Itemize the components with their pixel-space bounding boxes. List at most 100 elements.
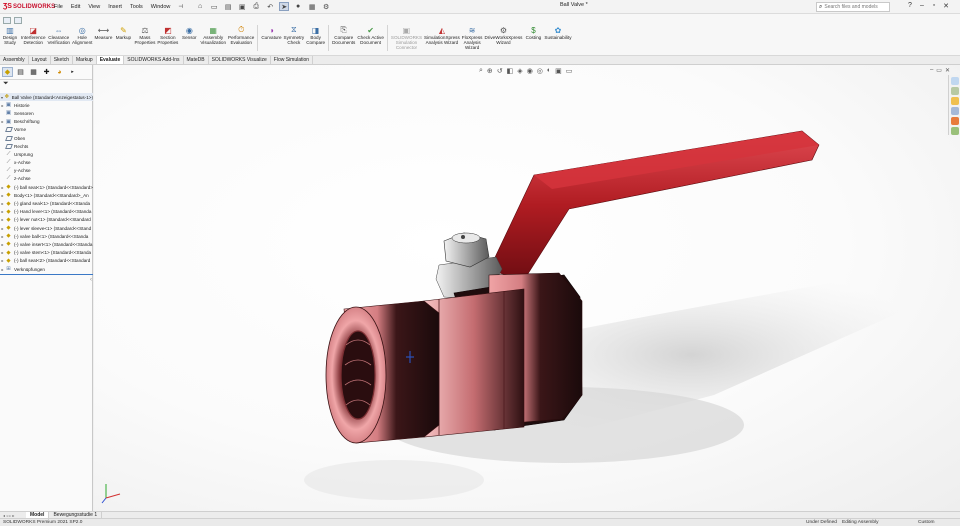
mass-properties-button[interactable]: ⚖ Mass Properties — [133, 25, 156, 51]
appearances-icon[interactable] — [950, 117, 959, 125]
open-folder-icon[interactable]: ▤ — [223, 2, 233, 11]
tab-evaluate[interactable]: Evaluate — [96, 56, 125, 64]
design-study-button[interactable]: ▥ Design Study — [0, 25, 20, 51]
tree-item[interactable]: Rechts — [0, 142, 93, 150]
tab-solidworks-add-ins[interactable]: SOLIDWORKS Add-Ins — [124, 56, 184, 64]
sensor-button[interactable]: ◉ Sensor — [179, 25, 199, 51]
tree-item-mates[interactable]: ▸ ⊞ Verknüpfungen — [0, 265, 93, 273]
file-properties-icon[interactable]: ▦ — [307, 2, 317, 11]
property-manager-tab-icon[interactable]: ▤ — [15, 67, 26, 77]
save-icon[interactable]: ▣ — [237, 2, 247, 11]
clearance-button[interactable]: ⇔ Clearance Verification — [47, 25, 71, 51]
check-doc-button[interactable]: ✔ Check Active Document — [356, 25, 385, 51]
measure-button[interactable]: ⟷ Measure — [93, 25, 113, 51]
design-study-options-icon[interactable] — [3, 17, 11, 24]
stem-slot — [461, 235, 465, 239]
body-compare-button[interactable]: ◨ Body Compare — [305, 25, 326, 51]
driveworks-button[interactable]: ⚙ DriveWorksXpress Wizard — [483, 25, 523, 51]
select-arrow-icon[interactable]: ➤ — [279, 2, 290, 11]
part-icon: ◆ — [6, 241, 11, 248]
tree-item[interactable]: ▸ ◆ (-) valve insert<1> (Standard<<Standa — [0, 240, 93, 248]
tree-item[interactable]: ⟋ y-Achse — [0, 167, 93, 175]
solidworks-resources-icon[interactable] — [950, 77, 959, 85]
pin-menu-icon[interactable]: ⊣ — [174, 4, 187, 10]
section-properties-button[interactable]: ◩ Section Properties — [156, 25, 179, 51]
tree-item-label: Verknüpfungen — [14, 266, 45, 272]
view-palette-icon[interactable] — [950, 107, 959, 115]
design-study-dropdown-icon[interactable] — [14, 17, 22, 24]
menu-item-edit[interactable]: Edit — [67, 4, 84, 10]
compare-docs-button[interactable]: ⎘ Compare Documents — [331, 25, 356, 51]
hole-alignment-button[interactable]: ◎ Hole Alignment — [71, 25, 93, 51]
symmetry-button[interactable]: ⧖ Symmetry Check — [283, 25, 306, 51]
tree-item[interactable]: ▣ Sensoren — [0, 109, 93, 117]
help-icon[interactable]: ? — [904, 2, 916, 10]
dimxpert-tab-icon[interactable]: ✚ — [41, 67, 52, 77]
design-library-icon[interactable] — [950, 87, 959, 95]
tree-item[interactable]: ▸ ◆ (-) ball seat<2> (Standard<<Standard — [0, 257, 93, 265]
ball-valve-model[interactable] — [94, 65, 960, 511]
curvature-button[interactable]: ◑ Curvature — [260, 25, 282, 51]
rollback-bar[interactable] — [0, 274, 93, 276]
options-gear-icon[interactable]: ⚙ — [321, 2, 331, 11]
display-manager-tab-icon[interactable]: ◕ — [54, 67, 65, 77]
menu-item-tools[interactable]: Tools — [126, 4, 147, 10]
tree-item[interactable]: Vorne — [0, 126, 93, 134]
file-explorer-icon[interactable] — [950, 97, 959, 105]
tree-item[interactable]: ▸ ◆ (-) valve stem<1> (Standard<<Standa — [0, 249, 93, 257]
new-document-icon[interactable]: ▭ — [209, 2, 219, 11]
panel-expand-icon[interactable]: ▸ — [67, 67, 78, 77]
tree-item[interactable]: ▸ ◆ (-) ball seat<1> (Standard<<Standard> — [0, 183, 93, 191]
status-units[interactable]: Custom — [918, 520, 935, 525]
tab-assembly[interactable]: Assembly — [0, 56, 29, 64]
simxpress-button[interactable]: ◭ SimulationXpress Analysis Wizard — [423, 25, 461, 51]
tree-item[interactable]: ▸ ◆ Body<1> (Standard<<Standard>_An — [0, 191, 93, 199]
menu-item-window[interactable]: Window — [147, 4, 175, 10]
print-icon[interactable]: ⎙ — [251, 2, 261, 11]
menu-item-insert[interactable]: Insert — [104, 4, 126, 10]
tree-item[interactable]: ▸ ◆ (-) lever sleeve<1> (Standard<<Stand — [0, 224, 93, 232]
tree-item[interactable]: ▸ ▣ Beschriftung — [0, 118, 93, 126]
home-icon[interactable]: ⌂ — [195, 2, 205, 11]
undo-icon[interactable]: ↶ — [265, 2, 275, 11]
tree-item-label: Ursprung — [14, 151, 33, 157]
rebuild-icon[interactable]: ● — [293, 2, 303, 11]
menu-item-view[interactable]: View — [84, 4, 104, 10]
tree-item[interactable]: ▸ ◆ (-) valve ball<1> (Standard<<Standa — [0, 232, 93, 240]
interference-button[interactable]: ◪ Interference Detection — [20, 25, 47, 51]
filter-icon[interactable]: ⏷ — [0, 80, 92, 90]
tree-item[interactable]: ▸ ◆ (-) lever nut<1> (Standard<<Standard — [0, 216, 93, 224]
tab-layout[interactable]: Layout — [29, 56, 51, 64]
floxpress-button[interactable]: ≋ FloXpress Analysis Wizard — [461, 25, 484, 51]
tree-item[interactable]: ▸ ◆ (-) Hand lever<1> (Standard<<Standa — [0, 208, 93, 216]
tab-markup[interactable]: Markup — [73, 56, 97, 64]
feature-manager-tab-icon[interactable]: ◆ — [2, 67, 13, 77]
assembly-visualization-button[interactable]: ▦ Assembly Visualization — [199, 25, 227, 51]
tab-nav-arrows-icon[interactable]: ◂ ◃ ▹ ▸ — [0, 513, 26, 518]
graphics-area[interactable]: ⌕ ⊕ ↺ ◧ ◈ ◉ ◎ ◐ ▣ ▭ – ▭ ✕ — [94, 65, 960, 511]
status-bar: SOLIDWORKS Premium 2021 SP2.0 Under Defi… — [0, 518, 960, 526]
tree-item[interactable]: ▸ ▣ Historie — [0, 101, 93, 109]
custom-properties-icon[interactable] — [950, 127, 959, 135]
menu-item-file[interactable]: File — [50, 4, 67, 10]
tree-root[interactable]: ▾ ❖ Ball Valve (Standard<Anzeigestatus-1… — [0, 93, 93, 102]
tree-item[interactable]: ▸ ◆ (-) gland seal<1> (Standard<<Standa — [0, 199, 93, 207]
performance-button[interactable]: ⏱ Performance Evaluation — [227, 25, 255, 51]
tree-item[interactable]: ⟋ Ursprung — [0, 150, 93, 158]
tree-item[interactable]: ⟋ z-Achse — [0, 175, 93, 183]
maximize-icon[interactable]: ▫ — [928, 2, 940, 10]
minimize-icon[interactable]: – — [916, 2, 928, 10]
sustainability-button[interactable]: ✿ Sustainability — [543, 25, 572, 51]
tree-item[interactable]: Oben — [0, 134, 93, 142]
tab-solidworks-visualize[interactable]: SOLIDWORKS Visualize — [209, 56, 271, 64]
markup-button[interactable]: ✎ Markup — [113, 25, 133, 51]
search-input[interactable]: ⌕ Search files and models — [816, 2, 890, 12]
configuration-manager-tab-icon[interactable]: ▦ — [28, 67, 39, 77]
tab-sketch[interactable]: Sketch — [51, 56, 73, 64]
solidworks-logo[interactable]: ƷS SOLIDWORKS — [0, 3, 55, 10]
costing-button[interactable]: $ Costing — [523, 25, 543, 51]
tab-matedb[interactable]: MateDB — [184, 56, 209, 64]
tree-item[interactable]: ⟋ x-Achse — [0, 159, 93, 167]
close-icon[interactable]: ✕ — [940, 2, 952, 10]
tab-flow-simulation[interactable]: Flow Simulation — [271, 56, 314, 64]
